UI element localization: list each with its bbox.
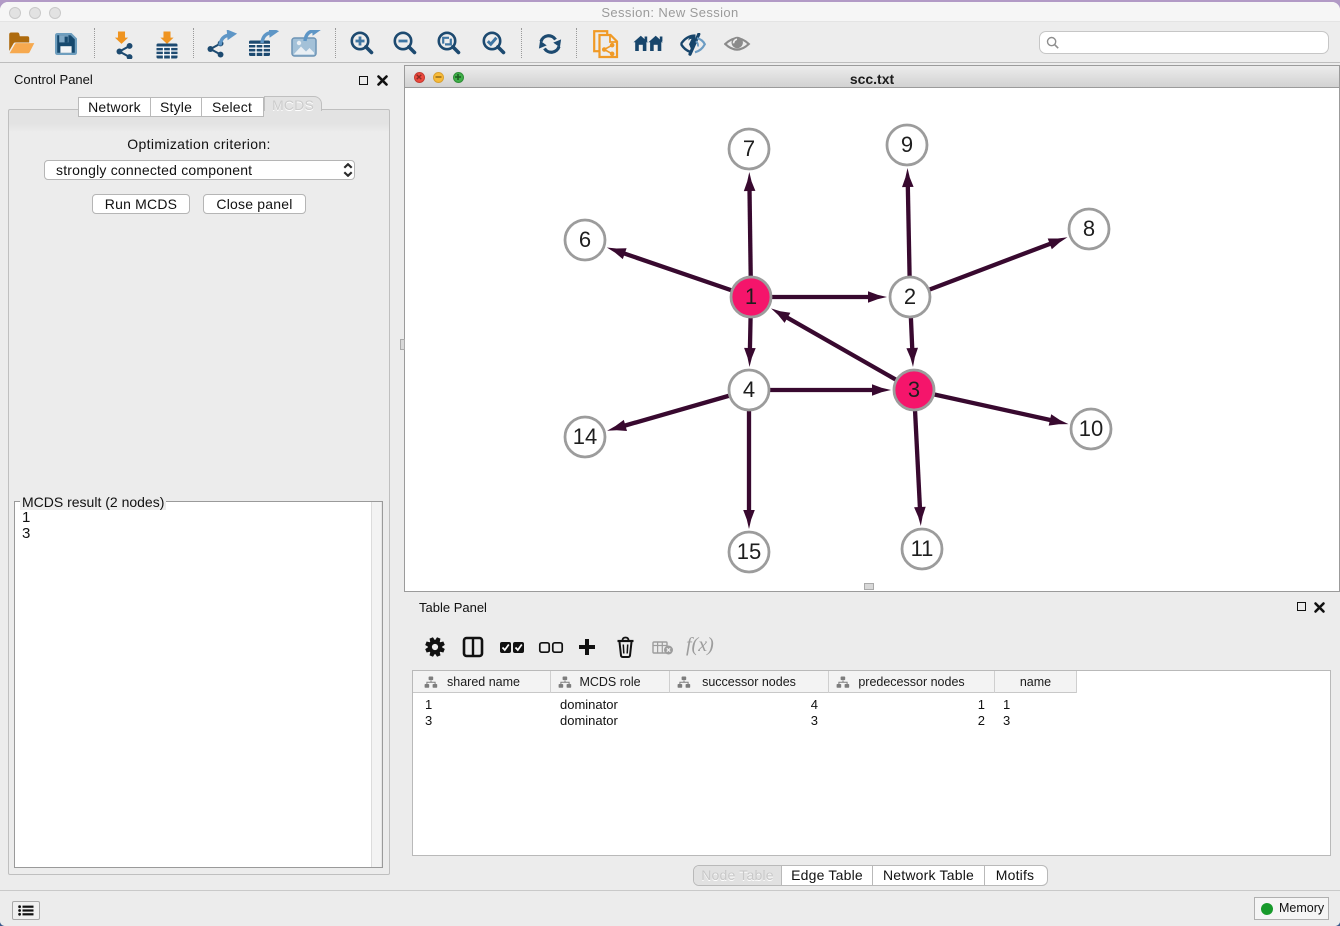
svg-text:15: 15	[737, 539, 761, 564]
svg-text:6: 6	[579, 227, 591, 252]
svg-text:7: 7	[743, 136, 755, 161]
svg-text:11: 11	[911, 536, 934, 561]
svg-text:1: 1	[745, 284, 757, 309]
svg-text:3: 3	[908, 377, 920, 402]
svg-text:8: 8	[1083, 216, 1095, 241]
svg-text:10: 10	[1079, 416, 1103, 441]
svg-text:14: 14	[573, 424, 597, 449]
svg-text:2: 2	[904, 284, 916, 309]
svg-text:4: 4	[743, 377, 755, 402]
svg-text:9: 9	[901, 132, 913, 157]
